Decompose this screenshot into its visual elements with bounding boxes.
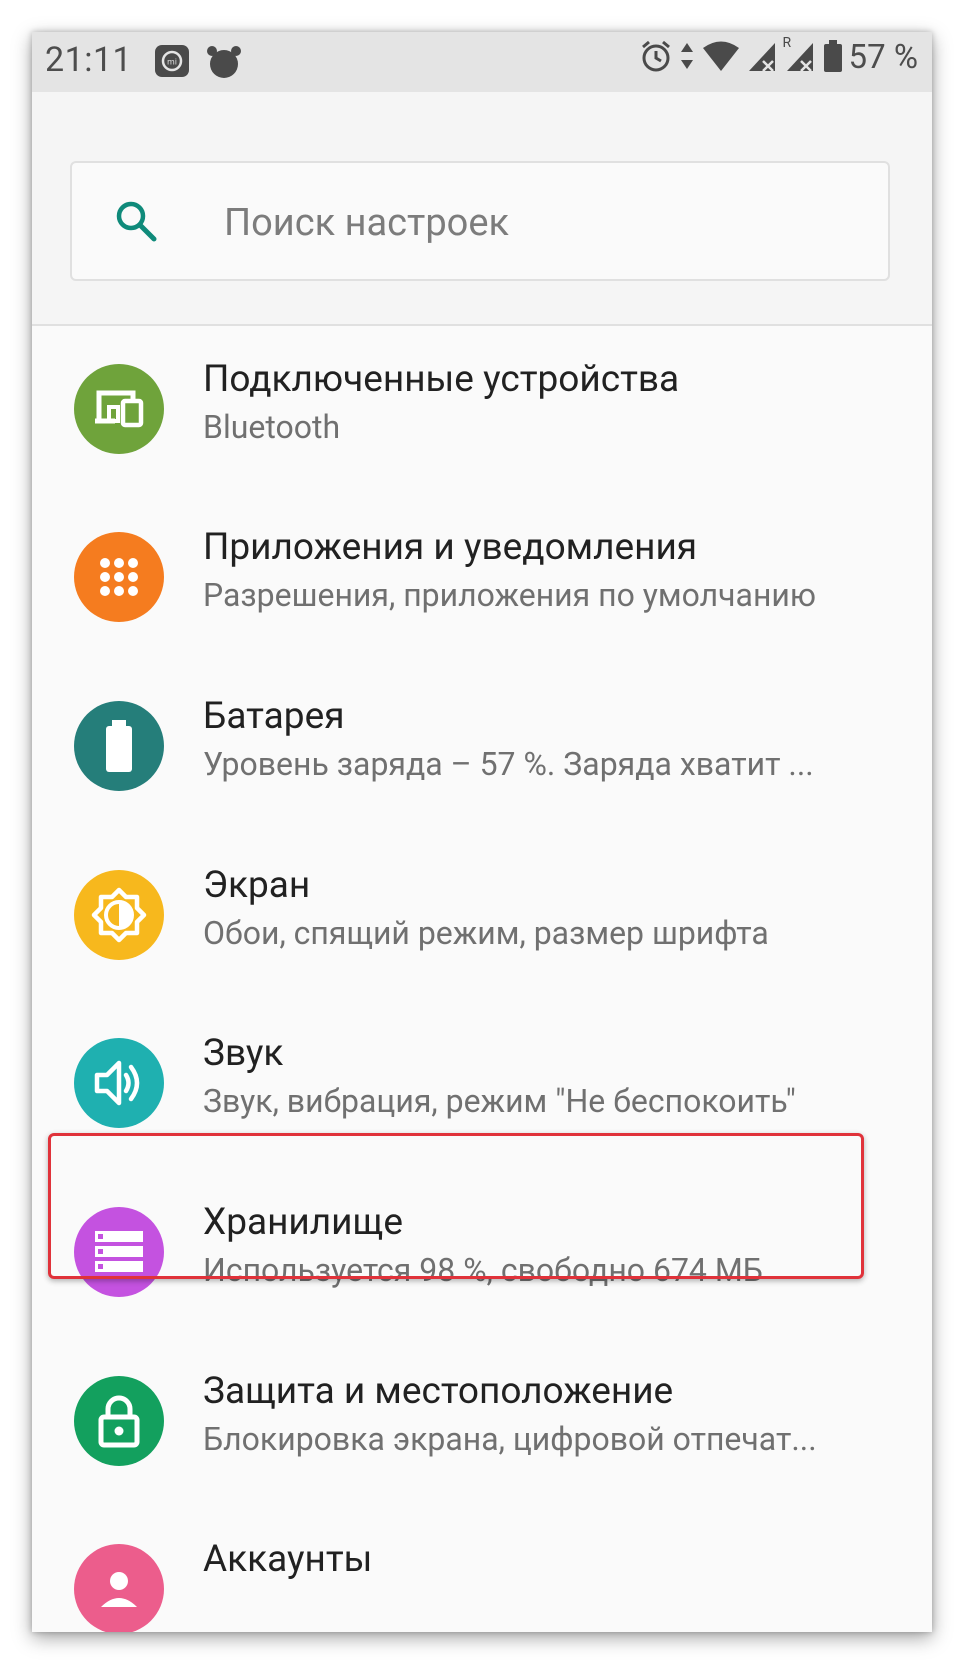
setting-title: Экран xyxy=(203,864,311,907)
setting-title: Подключенные устройства xyxy=(203,358,680,401)
battery-icon xyxy=(74,701,164,791)
status-bar: 21:11 mi R 57 % xyxy=(32,32,932,92)
setting-subtitle: Уровень заряда – 57 %. Заряда хватит ... xyxy=(203,745,814,783)
setting-title: Аккаунты xyxy=(203,1538,373,1581)
setting-subtitle: Разрешения, приложения по умолчанию xyxy=(203,576,816,614)
setting-display[interactable]: Экран Обои, спящий режим, размер шрифта xyxy=(32,830,932,1008)
setting-title: Батарея xyxy=(203,695,345,738)
apps-grid-icon xyxy=(74,532,164,622)
status-time: 21:11 xyxy=(45,40,133,80)
setting-subtitle: Используется 98 %, свободно 674 МБ xyxy=(203,1251,763,1289)
brightness-icon xyxy=(74,870,164,960)
setting-security-location[interactable]: Защита и местоположение Блокировка экран… xyxy=(32,1336,932,1514)
setting-subtitle: Блокировка экрана, цифровой отпечат... xyxy=(203,1420,817,1458)
signal-icon xyxy=(747,39,777,77)
search-icon xyxy=(114,199,158,247)
alarm-app-icon xyxy=(206,44,242,84)
lock-icon xyxy=(74,1376,164,1466)
battery-percent: 57 % xyxy=(848,38,918,77)
setting-storage[interactable]: Хранилище Используется 98 %, свободно 67… xyxy=(32,1167,932,1345)
wifi-icon xyxy=(701,39,741,77)
svg-text:mi: mi xyxy=(167,58,177,67)
setting-subtitle: Bluetooth xyxy=(203,408,341,446)
storage-icon xyxy=(74,1207,164,1297)
battery-status-icon xyxy=(823,39,843,77)
setting-battery[interactable]: Батарея Уровень заряда – 57 %. Заряда хв… xyxy=(32,661,932,839)
setting-title: Хранилище xyxy=(203,1201,403,1244)
search-area: Поиск настроек xyxy=(32,92,932,326)
roaming-label: R xyxy=(782,34,792,51)
setting-connected-devices[interactable]: Подключенные устройства Bluetooth xyxy=(32,324,932,502)
data-arrows-icon xyxy=(679,39,695,77)
setting-subtitle: Звук, вибрация, режим "Не беспокоить" xyxy=(203,1082,796,1120)
status-icons-right: R 57 % xyxy=(633,35,918,77)
screenshot-icon: mi xyxy=(154,44,190,82)
setting-accounts[interactable]: Аккаунты xyxy=(32,1504,932,1632)
volume-icon xyxy=(74,1038,164,1128)
search-placeholder: Поиск настроек xyxy=(224,201,510,245)
alarm-clock-icon xyxy=(639,39,673,77)
phone-screen: 21:11 mi R 57 % Поиск настроек Подключен… xyxy=(32,32,932,1632)
setting-title: Звук xyxy=(203,1032,284,1075)
setting-subtitle: Обои, спящий режим, размер шрифта xyxy=(203,914,769,952)
setting-sound[interactable]: Звук Звук, вибрация, режим "Не беспокоит… xyxy=(32,998,932,1176)
setting-title: Приложения и уведомления xyxy=(203,526,698,569)
setting-apps-notifications[interactable]: Приложения и уведомления Разрешения, при… xyxy=(32,492,932,670)
search-input[interactable]: Поиск настроек xyxy=(70,161,890,281)
devices-icon xyxy=(74,364,164,454)
accounts-icon xyxy=(74,1544,164,1632)
setting-title: Защита и местоположение xyxy=(203,1370,674,1413)
signal-roaming-icon: R xyxy=(783,35,817,77)
